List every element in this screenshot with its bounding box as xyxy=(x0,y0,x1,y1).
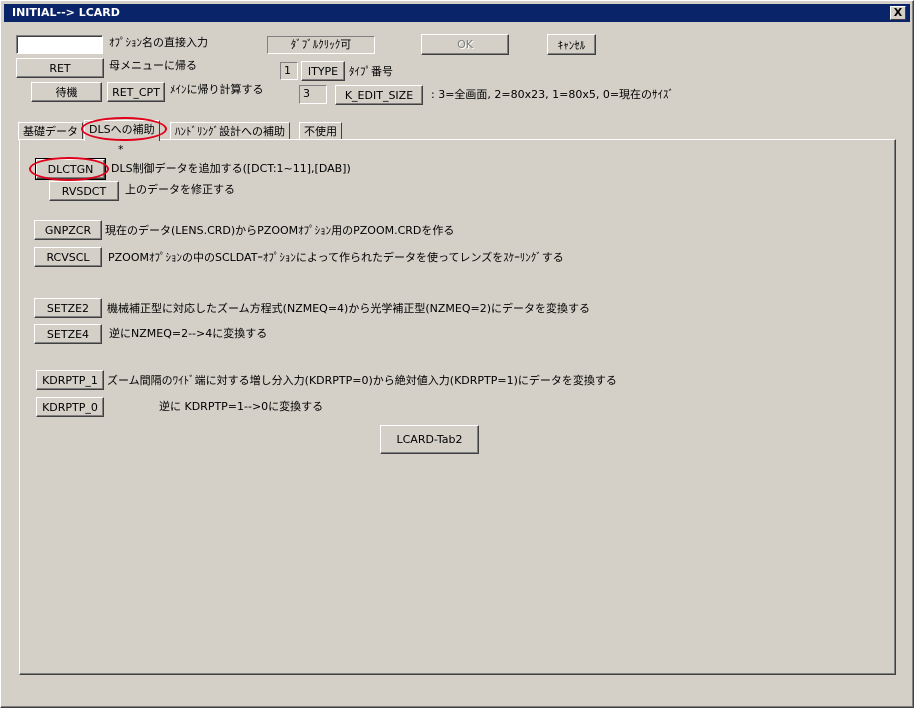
kdrptp1-button[interactable]: KDRPTP_1 xyxy=(36,370,104,390)
rvsdct-button[interactable]: RVSDCT xyxy=(49,181,119,201)
option-name-input[interactable] xyxy=(16,35,103,54)
cancel-button[interactable]: ｷｬﾝｾﾙ xyxy=(547,34,596,55)
kedit-size-value: 3 xyxy=(299,85,327,104)
lcard-tab2-button[interactable]: LCARD-Tab2 xyxy=(380,425,479,454)
rcvscl-description: PZOOMｵﾌﾟｼｮﾝの中のSCLDATｰｵﾌﾟｼｮﾝによって作られたデータを使… xyxy=(108,251,564,264)
gnpzcr-button[interactable]: GNPZCR xyxy=(34,220,102,240)
tab-handling-design-assist[interactable]: ﾊﾝﾄﾞﾘﾝｸﾞ設計への補助 xyxy=(170,122,290,140)
rvsdct-description: 上のデータを修正する xyxy=(125,183,235,196)
itype-button[interactable]: ITYPE xyxy=(301,61,345,81)
gnpzcr-description: 現在のデータ(LENS.CRD)からPZOOMｵﾌﾟｼｮﾝ用のPZOOM.CRD… xyxy=(105,224,455,237)
tab-dls-assist[interactable]: DLSへの補助 xyxy=(84,120,160,141)
setze4-description: 逆にNZMEQ=2-->4に変換する xyxy=(109,327,268,340)
kdrptp0-button[interactable]: KDRPTP_0 xyxy=(36,397,104,417)
wait-button[interactable]: 待機 xyxy=(31,82,102,102)
setze2-button[interactable]: SETZE2 xyxy=(34,298,102,318)
close-button[interactable]: X xyxy=(890,6,906,20)
asterisk-marker: * xyxy=(118,143,124,156)
setze4-button[interactable]: SETZE4 xyxy=(34,324,102,344)
window-title: INITIAL--> LCARD xyxy=(12,6,120,19)
tab-panel xyxy=(19,139,896,675)
option-direct-label: ｵﾌﾟｼｮﾝ名の直接入力 xyxy=(109,36,208,49)
kdrptp1-description: ズーム間隔のﾜｲﾄﾞ端に対する増し分入力(KDRPTP=0)から絶対値入力(KD… xyxy=(107,374,617,387)
kedit-size-description: : 3=全画面, 2=80x23, 1=80x5, 0=現在のｻｲｽﾞ xyxy=(431,88,675,101)
title-bar: INITIAL--> LCARD X xyxy=(4,4,910,22)
itype-value: 1 xyxy=(280,62,298,80)
itype-description: ﾀｲﾌﾟ番号 xyxy=(349,65,393,78)
dlctgn-button[interactable]: DLCTGN xyxy=(35,158,106,180)
lcard-dialog: INITIAL--> LCARD X ｵﾌﾟｼｮﾝ名の直接入力 ﾀﾞﾌﾞﾙｸﾘｯ… xyxy=(0,0,914,708)
tab-unused[interactable]: 不使用 xyxy=(299,122,342,140)
kdrptp0-description: 逆に KDRPTP=1-->0に変換する xyxy=(159,400,324,413)
tab-basic-data[interactable]: 基礎データ xyxy=(18,122,83,140)
ret-button[interactable]: RET xyxy=(16,58,104,78)
kedit-size-button[interactable]: K_EDIT_SIZE xyxy=(335,85,423,105)
ok-button[interactable]: OK xyxy=(421,34,509,55)
setze2-description: 機械補正型に対応したズーム方程式(NZMEQ=4)から光学補正型(NZMEQ=2… xyxy=(107,302,590,315)
ret-cpt-button[interactable]: RET_CPT xyxy=(107,82,165,102)
rcvscl-button[interactable]: RCVSCL xyxy=(34,247,102,267)
dlctgn-description: DLS制御データを追加する([DCT:1~11],[DAB]) xyxy=(111,162,351,175)
double-click-indicator: ﾀﾞﾌﾞﾙｸﾘｯｸ可 xyxy=(267,36,375,54)
ret-description: 母メニューに帰る xyxy=(109,59,197,72)
ret-cpt-description: ﾒｲﾝに帰り計算する xyxy=(170,83,264,96)
